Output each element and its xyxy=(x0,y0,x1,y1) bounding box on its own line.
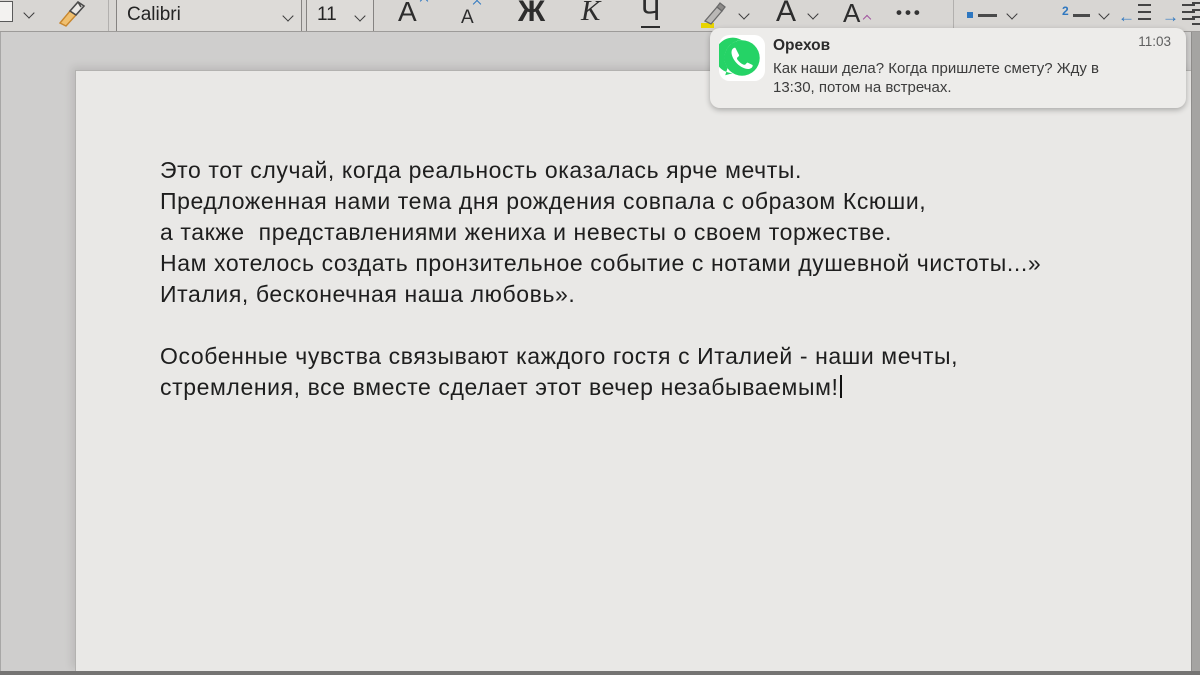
window-left-edge xyxy=(0,31,1,671)
font-size-combobox[interactable]: 11 xyxy=(306,0,374,31)
text-line[interactable]: Нам хотелось создать пронзительное событ… xyxy=(160,248,1041,279)
font-color-chevron-icon[interactable] xyxy=(807,8,819,20)
bullet-list-line-icon[interactable] xyxy=(978,14,997,17)
format-painter-icon[interactable] xyxy=(55,1,87,29)
bullet-list-chevron-icon[interactable] xyxy=(1006,8,1018,20)
line-spacing-icon[interactable] xyxy=(1192,2,1200,28)
notification-sender: Орехов xyxy=(773,37,831,54)
word-processor-window: Calibri 11 А А Ж К Ч А А ••• 2 ← → Это т… xyxy=(0,0,1200,675)
text-effects-caret-icon xyxy=(862,14,872,24)
text-line[interactable]: Италия, бесконечная наша любовь». xyxy=(160,279,1041,310)
text-highlight-button[interactable] xyxy=(694,0,730,30)
font-size-value: 11 xyxy=(317,4,337,25)
font-color-button[interactable]: А xyxy=(776,0,796,27)
numbered-list-chevron-icon[interactable] xyxy=(1098,8,1110,20)
text-line-blank[interactable] xyxy=(160,310,1041,341)
italic-button[interactable]: К xyxy=(581,0,600,26)
highlight-chevron-icon[interactable] xyxy=(738,8,750,20)
bullet-list-icon[interactable] xyxy=(967,12,973,18)
text-line[interactable]: стремления, все вместе сделает этот вече… xyxy=(160,372,1041,403)
font-size-chevron-icon[interactable] xyxy=(354,10,366,22)
decrease-indent-lines-icon[interactable] xyxy=(1138,4,1151,20)
text-cursor xyxy=(840,375,843,398)
paste-clipboard-icon[interactable] xyxy=(0,1,13,22)
whatsapp-notification[interactable]: 11:03 Орехов Как наши дела? Когда пришле… xyxy=(710,28,1186,108)
document-text[interactable]: Это тот случай, когда реальность оказала… xyxy=(160,155,1041,403)
toolbar-separator xyxy=(953,0,954,31)
window-bottom-edge xyxy=(0,671,1200,675)
vertical-scrollbar[interactable] xyxy=(1191,31,1200,671)
notification-time: 11:03 xyxy=(1138,34,1171,49)
toolbar-separator xyxy=(108,0,109,31)
text-line[interactable]: а также представлениями жениха и невесты… xyxy=(160,217,1041,248)
shrink-font-button[interactable]: А xyxy=(461,8,474,27)
numbered-list-line-icon[interactable] xyxy=(1073,14,1090,17)
text-effects-button[interactable]: А xyxy=(843,0,860,26)
more-options-button[interactable]: ••• xyxy=(896,4,923,21)
notification-message: Как наши дела? Когда пришлете смету? Жду… xyxy=(773,60,1099,96)
bold-button[interactable]: Ж xyxy=(518,0,545,27)
shrink-font-caret-icon xyxy=(472,0,482,9)
text-line[interactable]: Особенные чувства связывают каждого гост… xyxy=(160,341,1041,372)
grow-font-caret-icon xyxy=(419,0,429,6)
text-line[interactable]: Это тот случай, когда реальность оказала… xyxy=(160,155,1041,186)
whatsapp-icon xyxy=(719,35,765,81)
increase-indent-arrow-icon[interactable]: → xyxy=(1162,8,1179,25)
paste-chevron-icon[interactable] xyxy=(23,7,35,19)
grow-font-button[interactable]: А xyxy=(398,0,417,26)
font-name-combobox[interactable]: Calibri xyxy=(116,0,302,31)
font-name-value: Calibri xyxy=(127,4,181,25)
decrease-indent-arrow-icon[interactable]: ← xyxy=(1118,8,1135,25)
text-line[interactable]: Предложенная нами тема дня рождения совп… xyxy=(160,186,1041,217)
font-name-chevron-icon[interactable] xyxy=(282,10,294,22)
underline-button[interactable]: Ч xyxy=(641,0,661,28)
numbered-list-digit[interactable]: 2 xyxy=(1062,4,1069,18)
